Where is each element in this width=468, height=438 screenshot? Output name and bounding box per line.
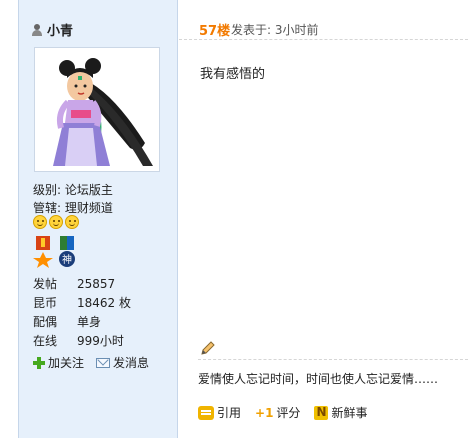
stat-value: 单身	[77, 315, 102, 329]
stat-key: 发帖	[33, 277, 58, 291]
post-actions: 引用 +1 评分 新鲜事	[198, 404, 367, 421]
quote-icon	[198, 405, 214, 420]
medal-text: 神	[62, 253, 72, 266]
username[interactable]: 小青	[47, 20, 73, 39]
smiley-icon	[33, 215, 47, 229]
user-header: 小青	[31, 20, 73, 39]
stat-row: 配偶 单身	[33, 312, 131, 331]
avatar-illustration	[53, 58, 153, 166]
user-icon	[31, 23, 43, 36]
follow-label: 加关注	[48, 356, 85, 370]
posted-time: 发表于: 3小时前	[231, 23, 319, 37]
stat-row: 昆币 18462 枚	[33, 293, 131, 312]
user-stats: 发帖 25857 昆币 18462 枚 配偶 单身 在线 999小时	[33, 274, 131, 350]
rate-icon: +1	[255, 405, 274, 420]
news-icon	[314, 405, 329, 420]
rate-button[interactable]: +1 评分	[255, 404, 300, 421]
rate-label: 评分	[276, 406, 301, 420]
send-message-label: 发消息	[113, 356, 150, 370]
user-level: 级别: 论坛版主	[33, 183, 113, 197]
medal-icon[interactable]	[33, 236, 53, 268]
stat-row: 发帖 25857	[33, 274, 131, 293]
plus-icon	[33, 356, 45, 369]
stat-value: 999小时	[77, 334, 124, 348]
avatar[interactable]	[34, 47, 160, 172]
stat-key: 在线	[33, 334, 58, 348]
emoji-row	[33, 215, 79, 229]
smiley-icon	[49, 215, 63, 229]
smiley-icon	[65, 215, 79, 229]
stat-key: 配偶	[33, 315, 58, 329]
follow-button[interactable]: 加关注	[33, 354, 84, 371]
quote-label: 引用	[217, 406, 242, 420]
medal-row: 神	[33, 236, 77, 268]
stat-row: 在线 999小时	[33, 331, 131, 350]
pencil-icon	[201, 341, 215, 355]
post-content: 我有感悟的	[200, 67, 266, 82]
signature: 爱情使人忘记时间，时间也使人忘记爱情……	[198, 372, 439, 386]
mail-icon	[96, 357, 111, 368]
floor-number[interactable]: 57楼	[199, 20, 230, 39]
send-message-button[interactable]: 发消息	[96, 354, 149, 371]
shen-medal-icon[interactable]: 神	[57, 236, 77, 268]
stat-key: 昆币	[33, 296, 58, 310]
user-actions: 加关注 发消息	[33, 354, 149, 371]
news-label: 新鲜事	[331, 406, 368, 420]
stat-value: 25857	[77, 276, 116, 291]
user-panel: 小青 级别: 论坛版主 管辖: 理财频道 神 发帖 25857 昆币 18462…	[18, 0, 178, 438]
stat-value: 18462 枚	[77, 296, 131, 310]
signature-divider	[198, 359, 468, 360]
user-managed-board: 管辖: 理财频道	[33, 201, 113, 215]
post-header: 57楼 发表于: 3小时前	[179, 0, 468, 40]
quote-button[interactable]: 引用	[198, 404, 241, 421]
news-button[interactable]: 新鲜事	[314, 404, 367, 421]
